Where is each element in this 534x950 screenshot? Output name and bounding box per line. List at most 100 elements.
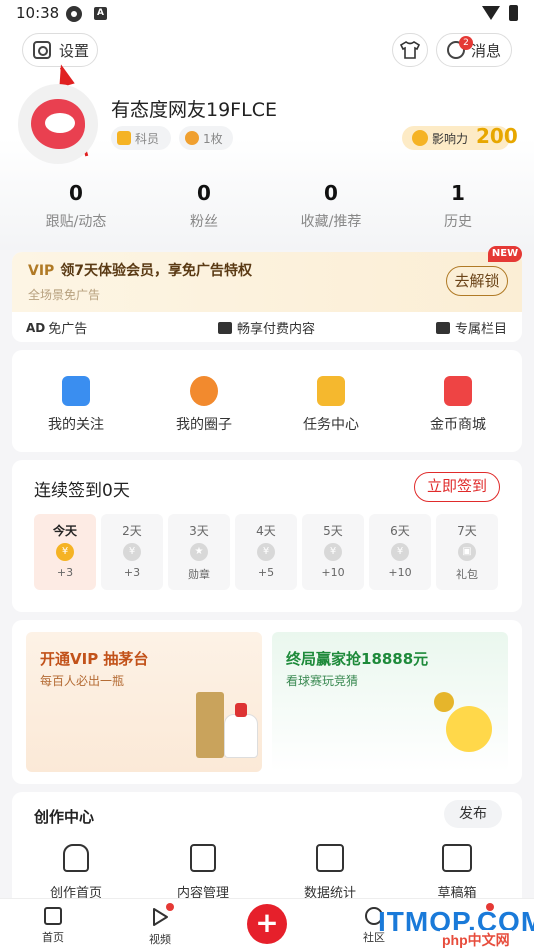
trophy-icon <box>63 844 89 872</box>
inbox-icon <box>442 844 472 872</box>
stat-favorites[interactable]: 0 收藏/推荐 <box>271 180 391 231</box>
signin-day-5[interactable]: 5天 ¥ +10 <box>302 514 364 590</box>
avatar-logo <box>31 99 85 149</box>
nav-label: 视频 <box>149 933 171 946</box>
liquor-box-image <box>196 692 224 758</box>
content-management-button[interactable]: 内容管理 <box>153 844 253 901</box>
my-circles-button[interactable]: 我的圈子 <box>159 376 249 434</box>
stat-label: 收藏/推荐 <box>300 214 362 230</box>
vip-subtitle: 全场景免广告 <box>28 288 101 302</box>
settings-button[interactable]: 设置 <box>22 33 98 67</box>
shirt-icon <box>400 41 420 59</box>
level-tag[interactable]: 科员 <box>111 126 171 150</box>
perk-label: 畅享付费内容 <box>237 322 316 337</box>
creation-home-button[interactable]: 创作首页 <box>26 844 126 901</box>
signin-button[interactable]: 立即签到 <box>414 472 500 502</box>
promos-card: 开通VIP 抽茅台 每百人必出一瓶 终局赢家抢18888元 看球赛玩竞猜 <box>12 620 522 784</box>
promo-title: 终局赢家抢18888元 <box>286 650 429 668</box>
new-badge: NEW <box>488 246 522 262</box>
vip-lottery-promo[interactable]: 开通VIP 抽茅台 每百人必出一瓶 <box>26 632 262 772</box>
promo-subtitle: 看球赛玩竞猜 <box>286 674 359 688</box>
signin-title: 连续签到0天 <box>34 481 130 501</box>
document-icon <box>190 844 216 872</box>
day-label: 6天 <box>390 524 410 538</box>
quick-label: 金币商城 <box>430 417 486 433</box>
settings-label: 设置 <box>59 41 90 60</box>
stat-label: 粉丝 <box>190 214 218 230</box>
day-reward: 勋章 <box>188 568 210 581</box>
mascot-image <box>446 706 492 752</box>
signin-day-4[interactable]: 4天 ¥ +5 <box>235 514 297 590</box>
notification-a-icon: A <box>94 7 107 20</box>
status-time: 10:38 <box>16 4 60 22</box>
vip-banner[interactable]: VIP 领7天体验会员，享免广告特权 全场景免广告 去解锁 <box>12 252 522 312</box>
username[interactable]: 有态度网友19FLCE <box>111 95 277 122</box>
vip-mark: VIP <box>28 263 55 279</box>
my-follows-button[interactable]: 我的关注 <box>31 376 121 434</box>
signin-day-6[interactable]: 6天 ¥ +10 <box>369 514 431 590</box>
gear-icon <box>33 41 51 59</box>
status-bar: 10:38 A <box>0 0 534 28</box>
task-center-button[interactable]: 任务中心 <box>286 376 376 434</box>
stat-history[interactable]: 1 历史 <box>398 180 518 231</box>
stat-value: 0 <box>197 181 211 205</box>
medal-icon <box>185 131 199 145</box>
avatar[interactable] <box>18 84 98 164</box>
coin-mall-button[interactable]: 金币商城 <box>413 376 503 434</box>
vip-title-text: 领7天体验会员，享免广告特权 <box>60 263 253 279</box>
stat-value: 1 <box>451 181 465 205</box>
day-reward: +5 <box>257 566 275 579</box>
coin-icon: ¥ <box>324 543 342 561</box>
level-icon <box>117 131 131 145</box>
site-watermark-small: php中文网 <box>440 930 512 950</box>
influence-label: 影响力 <box>432 131 469 146</box>
stat-fans[interactable]: 0 粉丝 <box>144 180 264 231</box>
promo-title: 开通VIP 抽茅台 <box>40 650 149 668</box>
influence-value: 200 <box>476 124 518 148</box>
line-chart-icon <box>316 844 344 872</box>
bookmark-icon <box>62 376 90 406</box>
ad-icon: AD <box>26 320 46 335</box>
liquor-bottle-image <box>224 703 258 758</box>
coin-icon: ¥ <box>56 543 74 561</box>
match-guess-promo[interactable]: 终局赢家抢18888元 看球赛玩竞猜 <box>272 632 508 772</box>
messages-button[interactable]: 消息 <box>436 33 512 67</box>
nav-home[interactable]: 首页 <box>23 907 83 945</box>
signin-card: 连续签到0天 立即签到 今天 ¥ +3 2天 ¥ +3 3天 ★ 勋章 4天 ¥… <box>12 460 522 612</box>
signin-day-3[interactable]: 3天 ★ 勋章 <box>168 514 230 590</box>
signin-day-2[interactable]: 2天 ¥ +3 <box>101 514 163 590</box>
day-label: 4天 <box>256 524 276 538</box>
coin-icon: ¥ <box>257 543 275 561</box>
create-fab-button[interactable]: + <box>247 904 287 944</box>
drafts-button[interactable]: 草稿箱 <box>407 844 507 901</box>
quick-label: 任务中心 <box>303 417 359 433</box>
badge-tag[interactable]: 1枚 <box>179 126 233 150</box>
vip-card[interactable]: VIP 领7天体验会员，享免广告特权 全场景免广告 去解锁 AD 免广告 畅享付费… <box>12 252 522 342</box>
wifi-icon <box>482 6 500 20</box>
perk-paid-content[interactable]: 畅享付费内容 <box>218 318 315 337</box>
signin-day-7[interactable]: 7天 ▣ 礼包 <box>436 514 498 590</box>
day-reward: +3 <box>56 566 74 579</box>
day-label: 今天 <box>52 524 77 538</box>
nav-video[interactable]: 视频 <box>130 907 190 947</box>
level-label: 科员 <box>135 131 160 146</box>
badge-count-label: 1枚 <box>203 131 223 146</box>
perk-no-ads[interactable]: AD 免广告 <box>26 318 87 338</box>
day-reward: +10 <box>388 566 412 579</box>
day-label: 3天 <box>189 524 209 538</box>
circle-chat-icon <box>190 376 218 406</box>
vip-title: VIP 领7天体验会员，享免广告特权 <box>28 260 252 280</box>
signin-day-1[interactable]: 今天 ¥ +3 <box>34 514 96 590</box>
perk-exclusive-column[interactable]: 专属栏目 <box>436 318 507 337</box>
data-statistics-button[interactable]: 数据统计 <box>280 844 380 901</box>
unlock-button[interactable]: 去解锁 <box>446 266 508 296</box>
medal-icon: ★ <box>190 543 208 561</box>
stat-comments[interactable]: 0 跟贴/动态 <box>16 180 136 231</box>
creation-center-title: 创作中心 <box>34 808 95 826</box>
stat-value: 0 <box>69 181 83 205</box>
theme-button[interactable] <box>392 33 428 67</box>
quick-functions-card: 我的关注 我的圈子 任务中心 金币商城 <box>12 350 522 452</box>
publish-button[interactable]: 发布 <box>444 800 502 828</box>
day-label: 5天 <box>323 524 343 538</box>
nav-label: 首页 <box>42 931 64 944</box>
